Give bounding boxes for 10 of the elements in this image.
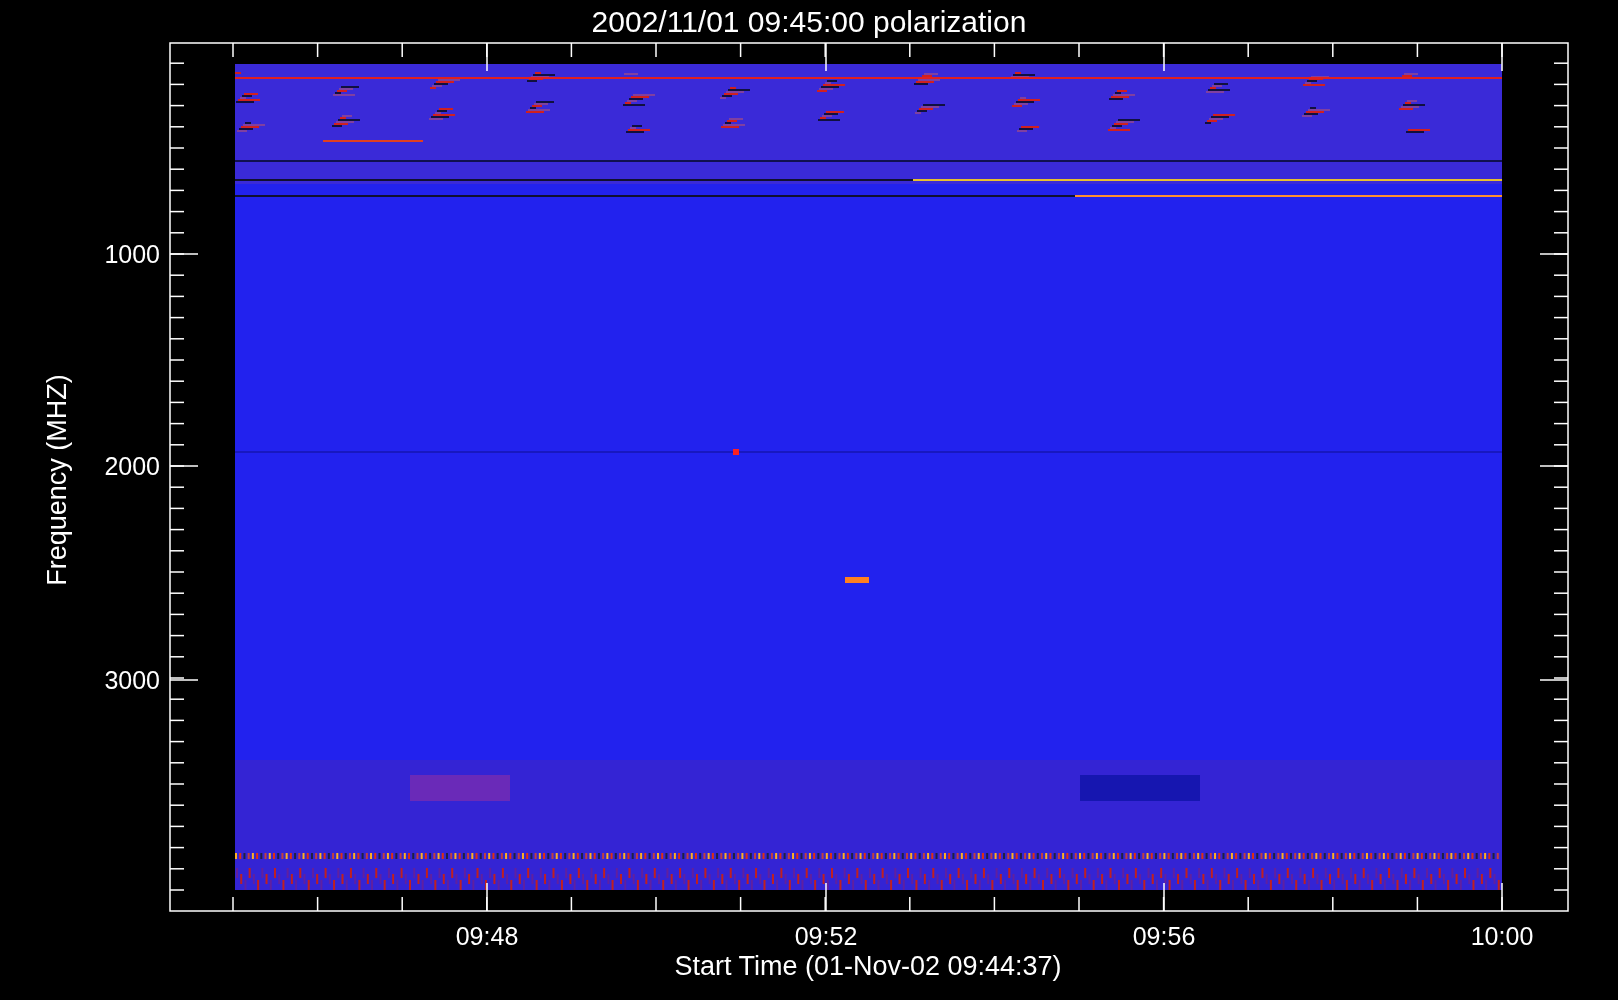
x-axis-label: Start Time (01-Nov-02 09:44:37) <box>674 951 1062 981</box>
x-tick-label: 10:00 <box>1470 922 1534 950</box>
plot-title: 2002/11/01 09:45:00 polarization <box>591 5 1027 38</box>
y-axis-label: Frequency (MHZ) <box>42 374 72 586</box>
y-tick-label: 2000 <box>104 452 160 480</box>
x-tick-label: 09:56 <box>1132 922 1196 950</box>
x-tick-label: 09:52 <box>794 922 858 950</box>
y-tick-label: 1000 <box>104 240 160 268</box>
x-tick-label: 09:48 <box>455 922 519 950</box>
y-tick-label: 3000 <box>104 666 160 694</box>
